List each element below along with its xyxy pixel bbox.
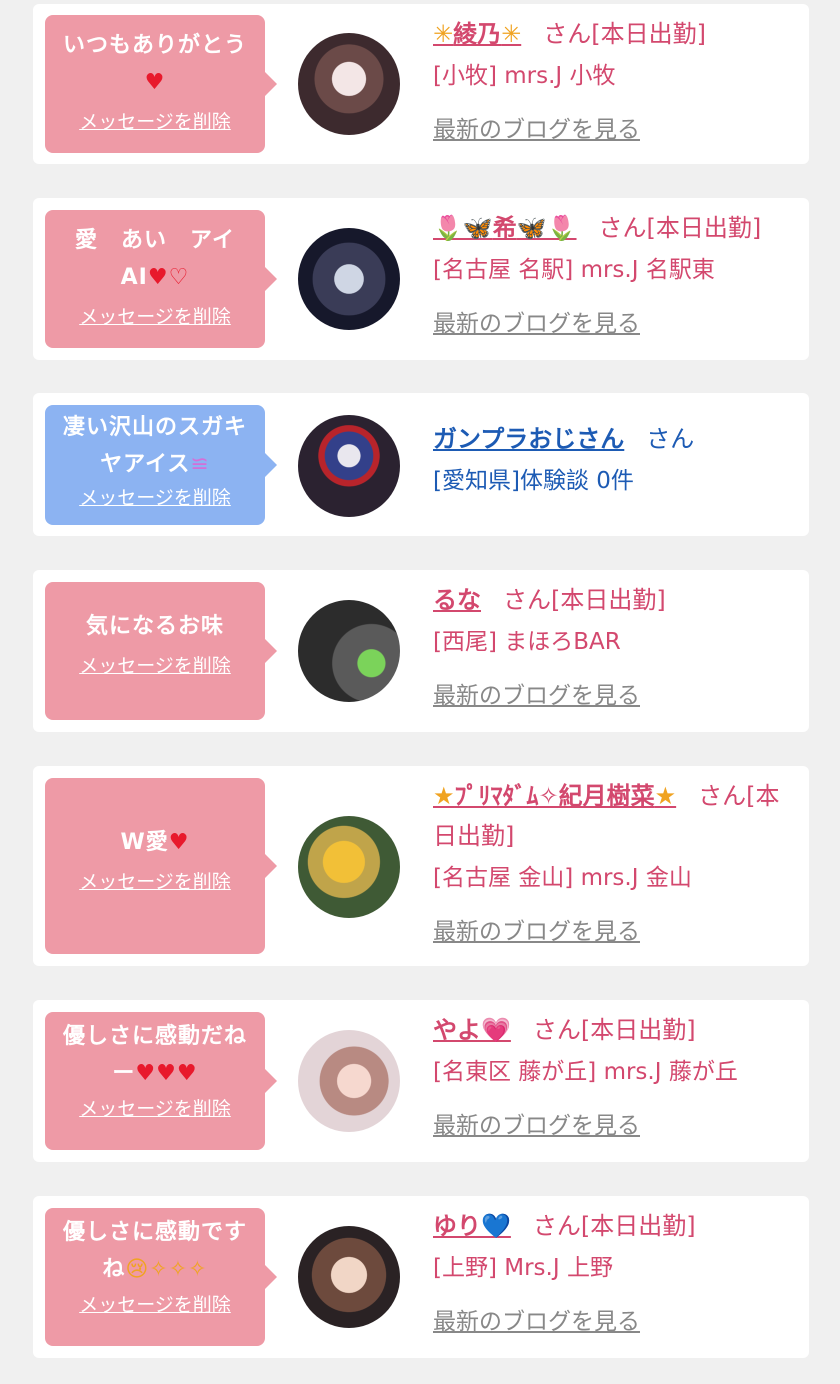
cast-name-link[interactable]: るな (433, 586, 481, 614)
ice-cream-icon: ≌ (190, 452, 210, 477)
message-text: 気になるお味 (85, 614, 224, 639)
message-card: いつもありがとう ♥ メッセージを削除 ✳綾乃✳ さん[本日出勤] [小牧] mrs… (33, 4, 809, 164)
latest-blog-link[interactable]: 最新のブログを見る (433, 110, 788, 150)
message-card: 優しさに感動ですね😢✧✧✧ メッセージを削除 ゆり💙 さん[本日出勤] [上野] … (33, 1196, 809, 1358)
message-card: W愛♥ メッセージを削除 ★ﾌﾟﾘﾏﾀﾞﾑ✧紀月樹菜★ さん[本日出勤] [名古屋… (33, 766, 809, 966)
message-text: いつもありがとう ♥ (62, 33, 247, 95)
honorific: さん[本日出勤] (532, 1212, 696, 1240)
honorific: さん (646, 425, 695, 453)
heart-icon: ♥ (144, 70, 166, 95)
avatar[interactable] (298, 415, 400, 517)
cast-name-link[interactable]: ゆり💙 (433, 1212, 511, 1240)
cast-name-link[interactable]: やよ💗 (433, 1016, 511, 1044)
latest-blog-link[interactable]: 最新のブログを見る (433, 1106, 788, 1146)
avatar[interactable] (298, 33, 400, 135)
avatar[interactable] (298, 1030, 400, 1132)
shop-name: [西尾] まほろBAR (433, 629, 621, 655)
message-list: いつもありがとう ♥ メッセージを削除 ✳綾乃✳ さん[本日出勤] [小牧] mrs… (0, 0, 840, 1384)
avatar[interactable] (298, 228, 400, 330)
delete-message-link[interactable]: メッセージを削除 (79, 1094, 231, 1121)
message-text: 優しさに感動だねー♥♥♥ (62, 1024, 247, 1086)
delete-message-link[interactable]: メッセージを削除 (79, 107, 231, 134)
message-card: 気になるお味 メッセージを削除 るな さん[本日出勤] [西尾] まほろBAR 最… (33, 570, 809, 732)
message-bubble: 凄い沢山のスガキヤアイス≌ メッセージを削除 (45, 405, 277, 525)
message-text: 優しさに感動ですね😢✧✧✧ (62, 1220, 247, 1282)
avatar[interactable] (298, 1226, 400, 1328)
heart-icon: ♥♡ (147, 265, 190, 290)
heart-icon: ♥ (168, 830, 190, 855)
message-card: 愛 あい アイ AI♥♡ メッセージを削除 🌷🦋希🦋🌷 さん[本日出勤] [名古屋… (33, 198, 809, 360)
shop-name: [名古屋 名駅] mrs.J 名駅東 (433, 257, 715, 283)
message-card: 優しさに感動だねー♥♥♥ メッセージを削除 やよ💗 さん[本日出勤] [名東区 藤… (33, 1000, 809, 1162)
review-count-link[interactable]: [愛知県]体験談 0件 (433, 461, 788, 501)
message-bubble: いつもありがとう ♥ メッセージを削除 (45, 15, 277, 153)
latest-blog-link[interactable]: 最新のブログを見る (433, 304, 788, 344)
latest-blog-link[interactable]: 最新のブログを見る (433, 912, 788, 952)
message-card: 凄い沢山のスガキヤアイス≌ メッセージを削除 ガンプラおじさん さん [愛知県]体… (33, 393, 809, 536)
heart-icon: ♥♥♥ (135, 1061, 198, 1086)
cast-name-link[interactable]: 🌷🦋希🦋🌷 (433, 214, 577, 242)
message-text: W愛♥ (120, 830, 190, 855)
message-text: 愛 あい アイ AI♥♡ (75, 228, 235, 290)
latest-blog-link[interactable]: 最新のブログを見る (433, 1302, 788, 1342)
shop-name: [小牧] mrs.J 小牧 (433, 63, 616, 89)
user-name-link[interactable]: ガンプラおじさん (433, 425, 624, 453)
cast-name-link[interactable]: ★ﾌﾟﾘﾏﾀﾞﾑ✧紀月樹菜★ (433, 782, 676, 810)
delete-message-link[interactable]: メッセージを削除 (79, 651, 231, 678)
latest-blog-link[interactable]: 最新のブログを見る (433, 676, 788, 716)
sparkle-icon: 😢✧✧✧ (125, 1257, 208, 1282)
message-bubble: 優しさに感動ですね😢✧✧✧ メッセージを削除 (45, 1208, 277, 1346)
honorific: さん[本日出勤] (598, 214, 762, 242)
delete-message-link[interactable]: メッセージを削除 (79, 867, 231, 894)
honorific: さん[本日出勤] (503, 586, 666, 614)
shop-name: [名古屋 金山] mrs.J 金山 (433, 865, 692, 891)
honorific: さん[本日出勤] (543, 20, 706, 48)
cast-name-link[interactable]: ✳綾乃✳ (433, 20, 521, 48)
message-text: 凄い沢山のスガキヤアイス≌ (62, 415, 247, 477)
delete-message-link[interactable]: メッセージを削除 (79, 302, 231, 329)
shop-name: [上野] Mrs.J 上野 (433, 1255, 613, 1281)
delete-message-link[interactable]: メッセージを削除 (79, 483, 231, 510)
honorific: さん[本日出勤] (532, 1016, 696, 1044)
avatar[interactable] (298, 600, 400, 702)
message-bubble: 愛 あい アイ AI♥♡ メッセージを削除 (45, 210, 277, 348)
message-bubble: W愛♥ メッセージを削除 (45, 778, 277, 954)
message-bubble: 気になるお味 メッセージを削除 (45, 582, 277, 720)
delete-message-link[interactable]: メッセージを削除 (79, 1290, 231, 1317)
message-bubble: 優しさに感動だねー♥♥♥ メッセージを削除 (45, 1012, 277, 1150)
shop-name: [名東区 藤が丘] mrs.J 藤が丘 (433, 1059, 738, 1085)
avatar[interactable] (298, 816, 400, 918)
